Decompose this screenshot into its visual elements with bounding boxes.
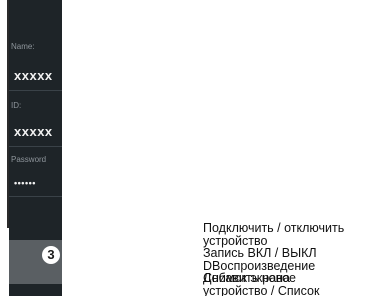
id-field[interactable]: xxxxx — [14, 124, 53, 139]
id-label: ID: — [11, 101, 22, 110]
password-label: Password — [11, 155, 47, 164]
legend-record: Запись ВКЛ / ВЫКЛ — [203, 246, 317, 261]
password-field[interactable]: •••••• — [14, 178, 36, 188]
name-label: Name: — [11, 42, 35, 51]
password-field-underline — [9, 196, 62, 197]
id-field-underline — [9, 146, 62, 147]
legend-connect-line1: Подключить / отключить — [203, 222, 345, 235]
screen: Name: xxxxx ID: xxxxx Password •••••• 3 … — [0, 0, 376, 296]
callout-legend: Подключить / отключить устройство Запись… — [203, 222, 376, 296]
login-form-panel: Name: xxxxx ID: xxxxx Password •••••• 3 — [9, 0, 62, 296]
name-field-underline — [9, 90, 62, 91]
legend-device-list: устройство / Список — [203, 283, 320, 296]
callout-badge-3: 3 — [42, 246, 60, 264]
name-field[interactable]: xxxxx — [14, 68, 53, 83]
left-panel-edge — [0, 0, 9, 228]
